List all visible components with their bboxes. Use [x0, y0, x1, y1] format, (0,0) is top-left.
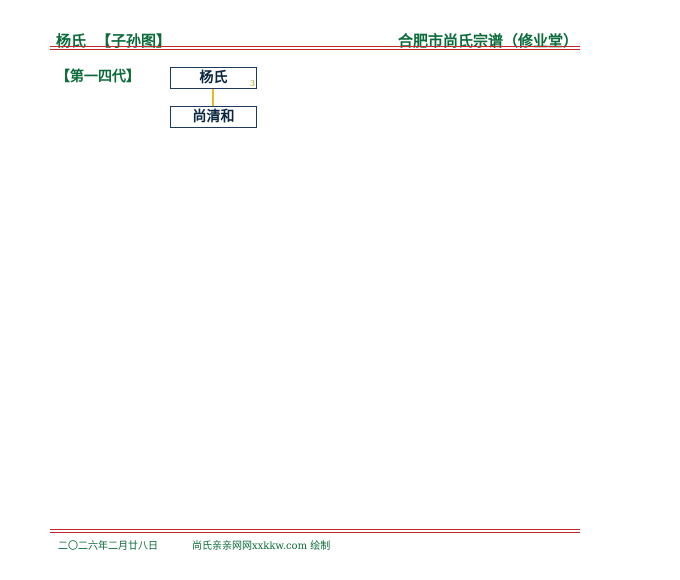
header-chart-tag: 【子孙图】	[96, 32, 172, 50]
generation-label: 【第一四代】	[56, 69, 140, 85]
person-name-parent: 杨氏	[199, 70, 228, 86]
person-box-child[interactable]: 尚清和	[170, 106, 257, 128]
footer-credit: 尚氏亲亲网网xxkkw.com 绘制	[192, 541, 331, 552]
header-rule-bottom	[50, 49, 580, 50]
header-person-name: 杨氏	[56, 32, 87, 50]
person-name-child: 尚清和	[192, 109, 235, 125]
page-footer: 二〇二六年二月廿八日 尚氏亲亲网网xxkkw.com 绘制	[58, 537, 330, 552]
person-box-parent[interactable]: 杨氏 3	[170, 67, 257, 89]
header-rule-top	[50, 46, 580, 47]
footer-date: 二〇二六年二月廿八日	[58, 541, 158, 552]
footer-rule-top	[50, 529, 580, 530]
footer-rule-bottom	[50, 532, 580, 533]
header-left: 杨氏 【子孙图】	[56, 30, 171, 51]
descendant-marker: 3	[249, 79, 255, 88]
lineage-connector	[212, 89, 214, 106]
genealogy-title: 合肥市尚氏宗谱（修业堂）	[397, 32, 578, 50]
